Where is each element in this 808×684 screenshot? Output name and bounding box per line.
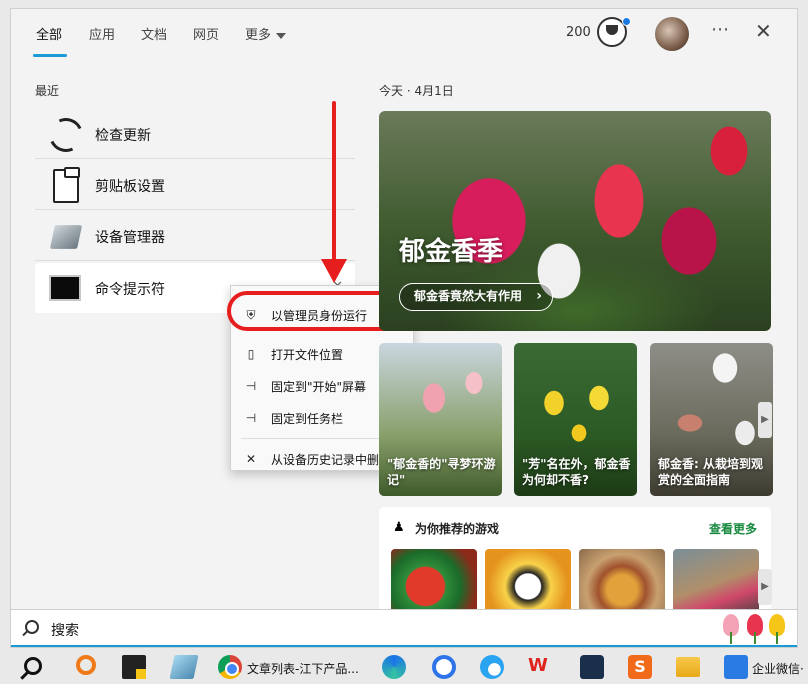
- carousel-next-icon[interactable]: ▶: [758, 569, 772, 605]
- menu-item-label: 固定到任务栏: [271, 412, 344, 426]
- news-card-title: 郁金香: 从栽培到观赏的全面指南: [658, 457, 763, 487]
- more-options-icon[interactable]: ⋯: [711, 19, 730, 40]
- news-card-3[interactable]: 郁金香: 从栽培到观赏的全面指南: [650, 343, 773, 496]
- game-tile-fruit[interactable]: [391, 549, 477, 617]
- tab-more-label: 更多: [245, 28, 272, 43]
- carousel-next-icon[interactable]: ▶: [758, 402, 772, 438]
- taskbar-chrome-icon[interactable]: [218, 655, 242, 679]
- search-icon: [25, 620, 39, 634]
- hero-button-label: 郁金香竟然大有作用: [414, 289, 523, 303]
- menu-item-label: 固定到"开始"屏幕: [271, 380, 367, 394]
- file-icon: ▯: [247, 347, 255, 361]
- taskbar-search-tool-icon[interactable]: [76, 655, 96, 675]
- pin-icon: ⊣: [245, 379, 257, 393]
- taskbar-wps-icon[interactable]: W: [528, 655, 552, 679]
- active-tab-indicator: [33, 54, 67, 57]
- news-card-1[interactable]: "郁金香的"寻梦环游记": [379, 343, 502, 496]
- taskbar-browser-icon[interactable]: [432, 655, 456, 679]
- taskbar-qq-browser-icon[interactable]: [480, 655, 504, 679]
- device-manager-icon: [49, 225, 83, 249]
- hero-button[interactable]: 郁金香竟然大有作用 ›: [399, 283, 554, 311]
- hero-title: 郁金香季: [399, 237, 504, 267]
- start-search-panel: 全部 应用 文档 网页 更多 200 ⋯ ✕ 最近 检查更新 剪贴板设置 设备管…: [10, 8, 798, 648]
- taskbar-app-icon[interactable]: [169, 655, 199, 679]
- recent-item-label: 检查更新: [95, 128, 151, 144]
- shield-icon: ⛨: [246, 308, 256, 322]
- taskbar-chrome-label[interactable]: 文章列表-江下产品...: [247, 660, 359, 677]
- annotation-arrow-line: [332, 101, 336, 267]
- taskbar-file-explorer-icon[interactable]: [676, 657, 700, 677]
- recent-item-check-update[interactable]: 检查更新: [35, 109, 355, 159]
- hero-banner[interactable]: 郁金香季 郁金香竟然大有作用 ›: [379, 111, 771, 331]
- taskbar-sticky-notes-icon[interactable]: [122, 655, 146, 679]
- tab-web[interactable]: 网页: [193, 24, 219, 43]
- search-input[interactable]: 搜索: [51, 620, 79, 640]
- tab-all[interactable]: 全部: [36, 24, 62, 43]
- recent-label: 最近: [35, 84, 60, 98]
- taskbar-edge-icon[interactable]: [382, 655, 406, 679]
- game-tile-spinner[interactable]: [579, 549, 665, 617]
- news-card-title: "郁金香的"寻梦环游记": [387, 457, 496, 487]
- games-see-more-link[interactable]: 查看更多: [709, 520, 757, 537]
- chevron-down-icon: [276, 32, 287, 39]
- tulip-stem: [754, 632, 756, 644]
- notification-dot: [622, 17, 631, 26]
- tulip-stem: [730, 632, 732, 644]
- tab-apps[interactable]: 应用: [89, 24, 115, 43]
- close-icon[interactable]: ✕: [755, 19, 772, 43]
- recent-item-label: 剪贴板设置: [95, 179, 165, 195]
- today-date-label: 今天 · 4月1日: [379, 84, 454, 98]
- game-controller-icon: ♟: [393, 520, 405, 535]
- close-icon: ✕: [245, 452, 257, 466]
- recent-item-label: 设备管理器: [95, 230, 165, 246]
- recent-item-clipboard-settings[interactable]: 剪贴板设置: [35, 160, 355, 210]
- user-avatar[interactable]: [655, 17, 689, 51]
- menu-item-label: 打开文件位置: [271, 348, 344, 362]
- top-nav: 全部 应用 文档 网页 更多 200 ⋯ ✕: [11, 9, 797, 59]
- news-card-title: "芳"名在外，郁金香为何却不香?: [522, 457, 631, 487]
- taskbar: 文章列表-江下产品... W S 企业微信·: [0, 650, 808, 684]
- taskbar-search-icon[interactable]: [24, 657, 42, 675]
- tulip-stem: [776, 632, 778, 644]
- rewards-points: 200: [566, 25, 591, 40]
- tab-documents[interactable]: 文档: [141, 24, 167, 43]
- search-bar[interactable]: 搜索: [11, 609, 797, 647]
- taskbar-wecom-icon[interactable]: [724, 655, 748, 679]
- refresh-icon: [44, 113, 88, 157]
- recent-item-device-manager[interactable]: 设备管理器: [35, 211, 355, 261]
- pin-icon: ⊣: [245, 411, 257, 425]
- recent-item-label: 命令提示符: [95, 282, 165, 298]
- taskbar-sogou-icon[interactable]: S: [628, 655, 652, 679]
- game-tile-panda[interactable]: [485, 549, 571, 617]
- chevron-right-icon: ›: [536, 288, 543, 304]
- annotation-arrow-head: [321, 259, 347, 283]
- command-prompt-icon: [49, 275, 81, 301]
- taskbar-wecom-label[interactable]: 企业微信·: [752, 660, 804, 677]
- menu-item-label: 以管理员身份运行: [271, 309, 368, 323]
- clipboard-icon: [53, 167, 80, 203]
- tab-more[interactable]: 更多: [245, 24, 287, 43]
- recommended-games-panel: ♟ 为你推荐的游戏 查看更多: [379, 507, 771, 617]
- game-tile-shooter[interactable]: [673, 549, 759, 617]
- taskbar-cat-app-icon[interactable]: [580, 655, 604, 679]
- news-card-2[interactable]: "芳"名在外，郁金香为何却不香?: [514, 343, 637, 496]
- menu-item-label: 从设备历史记录中删除: [271, 453, 392, 467]
- games-title: 为你推荐的游戏: [415, 522, 500, 536]
